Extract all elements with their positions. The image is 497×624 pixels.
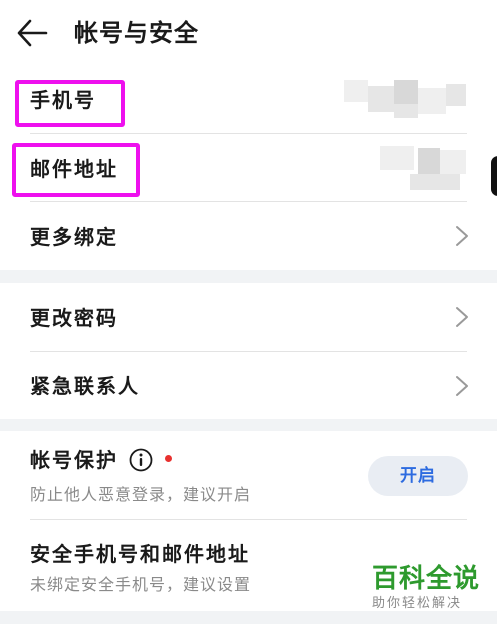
watermark-title: 百科全说 bbox=[372, 564, 481, 594]
edge-shadow bbox=[491, 156, 497, 196]
red-dot-badge bbox=[165, 455, 172, 462]
account-security-page: 帐号与安全 手机号 邮件地址 更多绑定 更改密码 紧急联系人 帐号保护 防止他人… bbox=[0, 0, 497, 624]
emergency-contact-row[interactable]: 紧急联系人 bbox=[0, 351, 497, 419]
emergency-contact-label: 紧急联系人 bbox=[30, 374, 140, 398]
change-password-row[interactable]: 更改密码 bbox=[0, 283, 497, 351]
chevron-right-icon bbox=[456, 376, 468, 396]
email-highlight bbox=[12, 143, 140, 197]
back-arrow-icon bbox=[17, 19, 48, 47]
account-protection-desc: 防止他人恶意登录，建议开启 bbox=[30, 485, 252, 504]
secure-phone-email-label: 安全手机号和邮件地址 bbox=[30, 542, 250, 566]
more-binding-row[interactable]: 更多绑定 bbox=[0, 202, 497, 270]
security-options-card: 更改密码 紧急联系人 bbox=[0, 283, 497, 419]
back-button[interactable] bbox=[16, 18, 48, 48]
watermark-subtitle: 助你轻松解决 bbox=[372, 596, 463, 611]
secure-phone-email-desc: 未绑定安全手机号，建议设置 bbox=[30, 575, 252, 594]
enable-protection-button[interactable]: 开启 bbox=[368, 456, 468, 496]
chevron-right-icon bbox=[456, 307, 468, 327]
watermark-logo: 百科全说 助你轻松解决 bbox=[372, 563, 484, 613]
phone-number-highlight bbox=[15, 80, 125, 127]
info-icon[interactable] bbox=[129, 448, 153, 472]
change-password-label: 更改密码 bbox=[30, 306, 118, 330]
chevron-right-icon bbox=[456, 226, 468, 246]
page-title: 帐号与安全 bbox=[74, 19, 199, 47]
account-protection-label: 帐号保护 bbox=[30, 448, 118, 472]
header-bar: 帐号与安全 bbox=[0, 0, 497, 66]
more-binding-label: 更多绑定 bbox=[30, 225, 118, 249]
